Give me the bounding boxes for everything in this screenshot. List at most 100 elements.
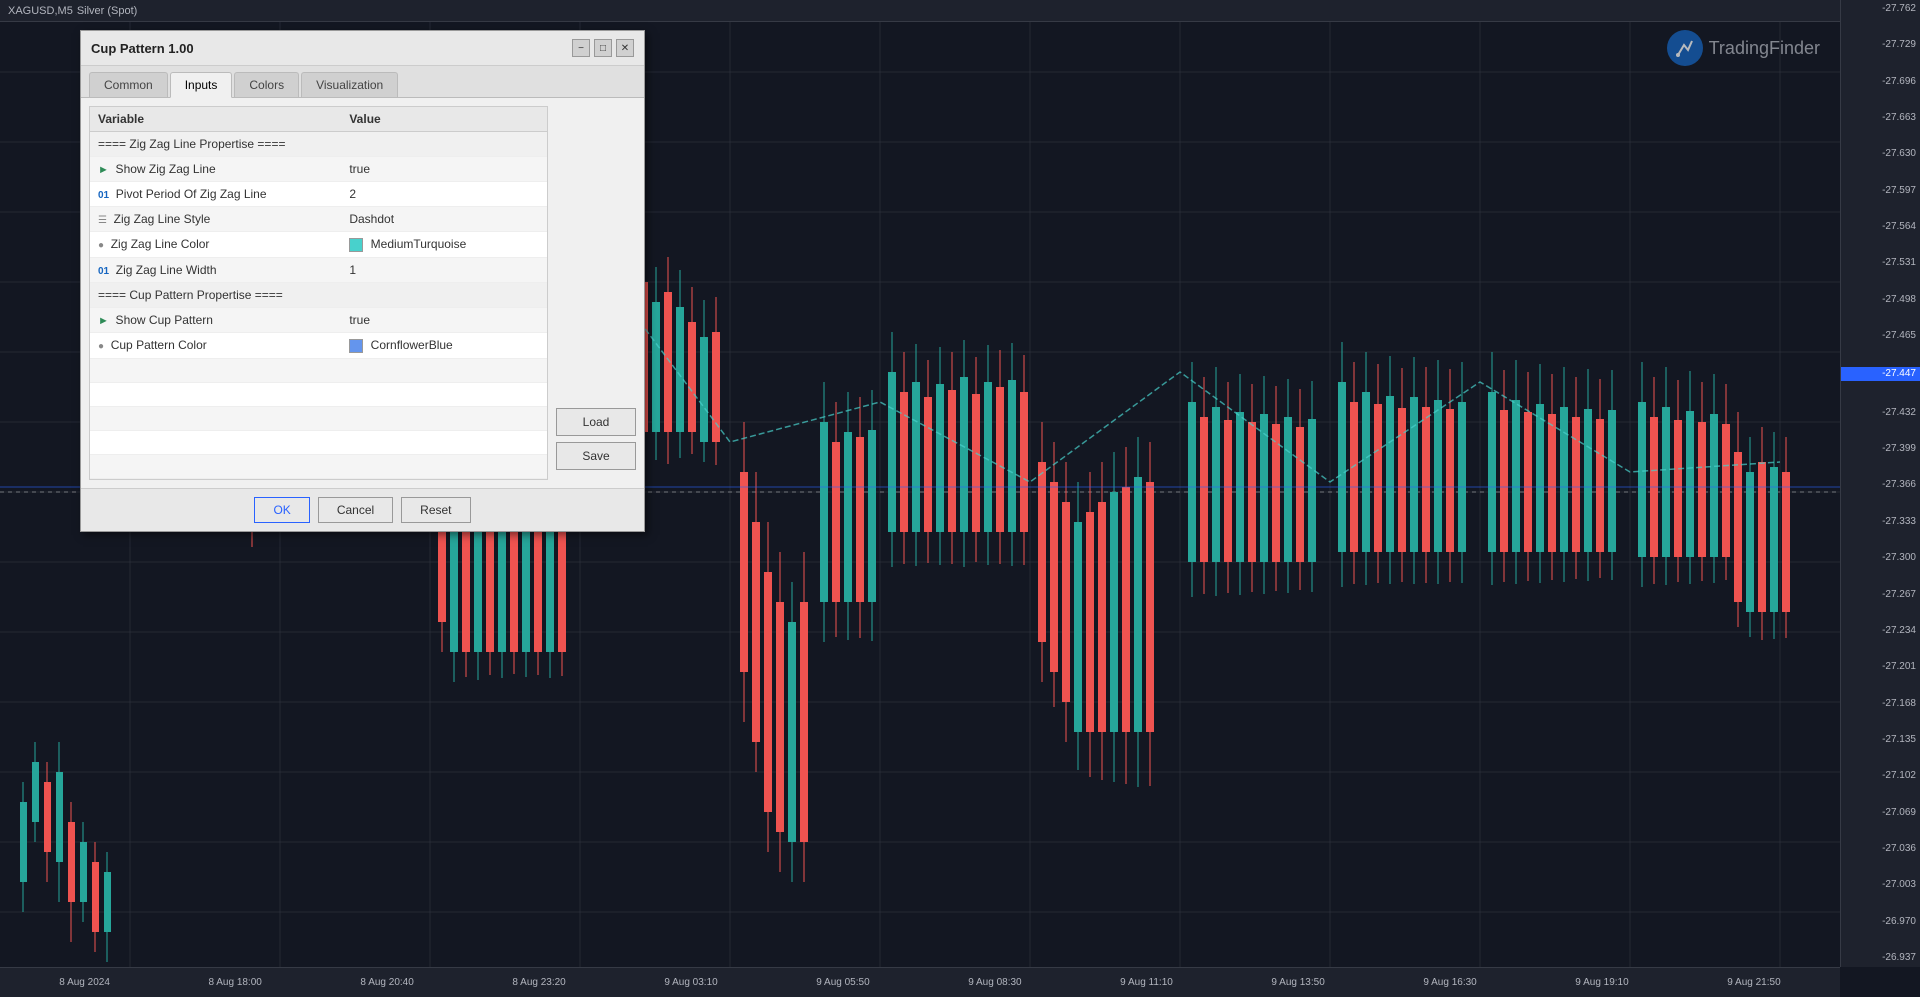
price-current: -27.447 — [1841, 367, 1920, 381]
col-variable: Variable — [90, 107, 341, 132]
price-27531: -27.531 — [1841, 258, 1920, 268]
style-icon-zigzag: ☰ — [98, 215, 107, 226]
empty-row-1 — [90, 358, 547, 382]
price-27333: -27.333 — [1841, 517, 1920, 527]
val-cup-color: CornflowerBlue — [341, 332, 547, 358]
dialog-window[interactable]: Cup Pattern 1.00 − □ ✕ Common Inputs Col… — [80, 30, 645, 532]
section-cup: ==== Cup Pattern Propertise ==== — [90, 282, 547, 307]
val-zigzag-color: MediumTurquoise — [341, 232, 547, 258]
empty-row-2 — [90, 382, 547, 406]
val-zigzag-style: Dashdot — [341, 207, 547, 232]
cancel-button[interactable]: Cancel — [318, 497, 393, 523]
top-bar: XAGUSD , M5 Silver (Spot) — [0, 0, 1920, 22]
price-26937: -26.937 — [1841, 953, 1920, 963]
row-pivot-period[interactable]: 01 Pivot Period Of Zig Zag Line 2 — [90, 182, 547, 207]
chart-name-label: Silver (Spot) — [77, 5, 138, 17]
tab-colors[interactable]: Colors — [234, 72, 299, 97]
row-show-zigzag[interactable]: ► Show Zig Zag Line true — [90, 157, 547, 182]
price-27102: -27.102 — [1841, 771, 1920, 781]
tab-visualization[interactable]: Visualization — [301, 72, 398, 97]
section-zigzag: ==== Zig Zag Line Propertise ==== — [90, 132, 547, 157]
price-27267: -27.267 — [1841, 590, 1920, 600]
time-label-0: 8 Aug 2024 — [59, 977, 110, 988]
time-label-9: 9 Aug 16:30 — [1423, 977, 1476, 988]
price-27465: -27.465 — [1841, 331, 1920, 341]
num-icon-pivot: 01 — [98, 190, 109, 201]
empty-row-4 — [90, 430, 547, 454]
var-pivot-period: 01 Pivot Period Of Zig Zag Line — [90, 182, 341, 207]
maximize-button[interactable]: □ — [594, 39, 612, 57]
price-27003: -27.003 — [1841, 880, 1920, 890]
price-27135: -27.135 — [1841, 735, 1920, 745]
properties-table: Variable Value ==== Zig Zag Line Propert… — [90, 107, 547, 479]
row-show-cup[interactable]: ► Show Cup Pattern true — [90, 307, 547, 332]
price-27168: -27.168 — [1841, 699, 1920, 709]
price-27597: -27.597 — [1841, 186, 1920, 196]
time-label-7: 9 Aug 11:10 — [1120, 977, 1173, 988]
row-zigzag-style[interactable]: ☰ Zig Zag Line Style Dashdot — [90, 207, 547, 232]
close-button[interactable]: ✕ — [616, 39, 634, 57]
price-27069: -27.069 — [1841, 808, 1920, 818]
price-27696: -27.696 — [1841, 77, 1920, 87]
var-cup-color: ● Cup Pattern Color — [90, 332, 341, 358]
chart-symbol-label: XAGUSD — [8, 5, 54, 17]
price-26970: -26.970 — [1841, 917, 1920, 927]
dialog-titlebar: Cup Pattern 1.00 − □ ✕ — [81, 31, 644, 66]
dialog-controls: − □ ✕ — [572, 39, 634, 57]
var-zigzag-width: 01 Zig Zag Line Width — [90, 257, 341, 282]
var-show-cup: ► Show Cup Pattern — [90, 307, 341, 332]
section-cup-label: ==== Cup Pattern Propertise ==== — [90, 282, 547, 307]
load-button[interactable]: Load — [556, 408, 636, 436]
price-27498: -27.498 — [1841, 295, 1920, 305]
tab-common[interactable]: Common — [89, 72, 168, 97]
val-show-zigzag: true — [341, 157, 547, 182]
chart-timeframe-label: M5 — [58, 5, 73, 17]
row-cup-color[interactable]: ● Cup Pattern Color CornflowerBlue — [90, 332, 547, 358]
price-27630: -27.630 — [1841, 149, 1920, 159]
price-27036: -27.036 — [1841, 844, 1920, 854]
price-scale: -27.762 -27.729 -27.696 -27.663 -27.630 … — [1840, 0, 1920, 967]
time-label-1: 8 Aug 18:00 — [208, 977, 261, 988]
time-label-11: 9 Aug 21:50 — [1727, 977, 1780, 988]
swatch-cup[interactable] — [349, 339, 363, 353]
time-label-10: 9 Aug 19:10 — [1575, 977, 1628, 988]
dialog-body: Variable Value ==== Zig Zag Line Propert… — [81, 98, 644, 488]
num-icon-width: 01 — [98, 266, 109, 277]
row-zigzag-color[interactable]: ● Zig Zag Line Color MediumTurquoise — [90, 232, 547, 258]
row-zigzag-width[interactable]: 01 Zig Zag Line Width 1 — [90, 257, 547, 282]
color-icon-cup: ● — [98, 341, 104, 352]
time-label-6: 9 Aug 08:30 — [968, 977, 1021, 988]
reset-button[interactable]: Reset — [401, 497, 470, 523]
time-label-8: 9 Aug 13:50 — [1271, 977, 1324, 988]
price-27366: -27.366 — [1841, 480, 1920, 490]
time-label-3: 8 Aug 23:20 — [512, 977, 565, 988]
empty-row-5 — [90, 454, 547, 478]
time-label-5: 9 Aug 05:50 — [816, 977, 869, 988]
minimize-button[interactable]: − — [572, 39, 590, 57]
price-27300: -27.300 — [1841, 553, 1920, 563]
tradingfinder-text: TradingFinder — [1709, 38, 1820, 59]
section-zigzag-label: ==== Zig Zag Line Propertise ==== — [90, 132, 547, 157]
ok-button[interactable]: OK — [254, 497, 309, 523]
price-27432: -27.432 — [1841, 408, 1920, 418]
swatch-zigzag[interactable] — [349, 238, 363, 252]
color-icon-zigzag: ● — [98, 240, 104, 251]
price-27564: -27.564 — [1841, 222, 1920, 232]
dialog-title: Cup Pattern 1.00 — [91, 41, 194, 56]
var-show-zigzag: ► Show Zig Zag Line — [90, 157, 341, 182]
save-button[interactable]: Save — [556, 442, 636, 470]
table-header-row: Variable Value — [90, 107, 547, 132]
dialog-footer: OK Cancel Reset — [81, 488, 644, 531]
price-27663: -27.663 — [1841, 113, 1920, 123]
time-label-4: 9 Aug 03:10 — [664, 977, 717, 988]
val-zigzag-width: 1 — [341, 257, 547, 282]
empty-row-3 — [90, 406, 547, 430]
var-zigzag-color: ● Zig Zag Line Color — [90, 232, 341, 258]
properties-table-container: Variable Value ==== Zig Zag Line Propert… — [89, 106, 548, 480]
dialog-tabs: Common Inputs Colors Visualization — [81, 66, 644, 98]
price-27399: -27.399 — [1841, 444, 1920, 454]
time-label-2: 8 Aug 20:40 — [360, 977, 413, 988]
var-zigzag-style: ☰ Zig Zag Line Style — [90, 207, 341, 232]
val-show-cup: true — [341, 307, 547, 332]
tab-inputs[interactable]: Inputs — [170, 72, 233, 98]
